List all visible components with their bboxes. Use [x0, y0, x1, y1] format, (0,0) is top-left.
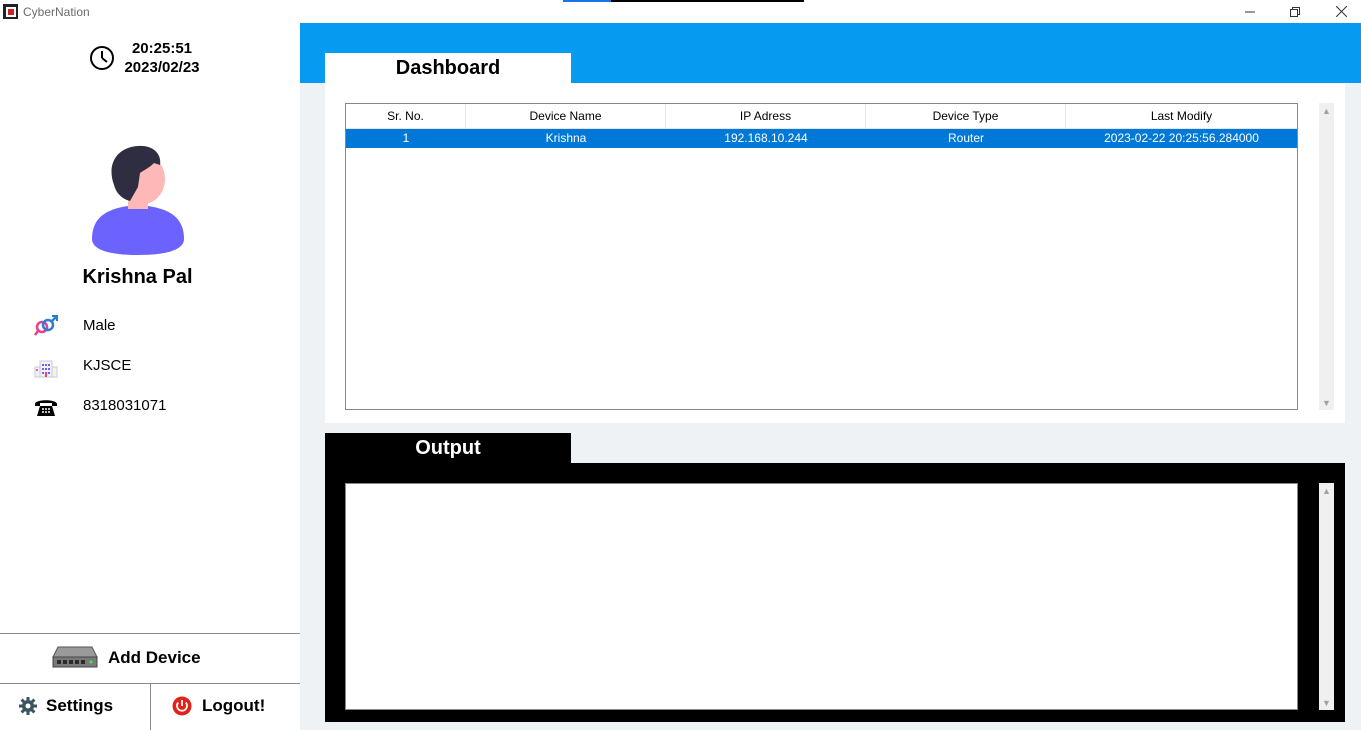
app-logo-icon	[3, 4, 18, 19]
power-icon	[172, 696, 192, 716]
tab-dashboard[interactable]: Dashboard	[325, 53, 571, 83]
scroll-up-icon[interactable]: ▲	[1319, 103, 1334, 118]
logout-label: Logout!	[202, 696, 266, 715]
cell-ip-address: 192.168.10.244	[724, 131, 808, 145]
column-header-device-type[interactable]: Device Type	[866, 104, 1066, 128]
restore-icon	[1290, 6, 1300, 17]
close-icon	[1335, 6, 1347, 17]
column-header-device-name[interactable]: Device Name	[466, 104, 666, 128]
output-scrollbar[interactable]: ▲ ▼	[1319, 483, 1334, 710]
user-institute: KJSCE	[83, 357, 132, 374]
settings-button[interactable]: Settings	[0, 684, 150, 730]
user-phone: 8318031071	[83, 397, 167, 414]
tab-output[interactable]: Output	[325, 433, 571, 463]
output-textbox[interactable]	[345, 483, 1298, 710]
table-header: Sr. No. Device Name IP Adress Device Typ…	[346, 104, 1297, 129]
clock-date: 2023/02/23	[124, 59, 200, 76]
settings-label: Settings	[46, 696, 114, 715]
institute-icon	[34, 360, 58, 378]
table-row[interactable]: 1 Krishna 192.168.10.244 Router 2023-02-…	[346, 129, 1297, 148]
add-device-button[interactable]: Add Device	[0, 634, 300, 683]
scroll-down-icon[interactable]: ▼	[1319, 695, 1334, 710]
clock-time: 20:25:51	[131, 40, 193, 57]
restore-button[interactable]	[1272, 0, 1318, 23]
cell-device-type: Router	[947, 131, 985, 145]
title-bar: CyberNation	[0, 0, 1361, 23]
column-header-ip-address[interactable]: IP Adress	[666, 104, 866, 128]
cell-last-modify: 2023-02-22 20:25:56.284000	[1104, 131, 1259, 145]
router-icon	[52, 646, 98, 668]
user-gender: Male	[83, 317, 116, 334]
tab-dashboard-label: Dashboard	[395, 57, 501, 79]
logout-button[interactable]: Logout!	[151, 684, 300, 730]
column-header-sr-no[interactable]: Sr. No.	[346, 104, 466, 128]
gear-icon	[19, 697, 37, 715]
minimize-icon	[1245, 11, 1255, 12]
gender-icon	[34, 315, 58, 336]
add-device-label: Add Device	[108, 648, 201, 667]
cell-device-name: Krishna	[545, 131, 587, 145]
scroll-up-icon[interactable]: ▲	[1319, 483, 1334, 498]
window-title: CyberNation	[23, 5, 90, 19]
cell-sr-no: 1	[402, 131, 410, 145]
column-header-last-modify[interactable]: Last Modify	[1066, 104, 1297, 128]
tab-output-label: Output	[415, 437, 481, 459]
user-name: Krishna Pal	[82, 266, 193, 288]
scroll-down-icon[interactable]: ▼	[1319, 395, 1334, 410]
phone-icon	[35, 400, 57, 416]
taskbar-accent-active	[563, 0, 611, 2]
dashboard-scrollbar[interactable]: ▲ ▼	[1319, 103, 1334, 410]
device-table: Sr. No. Device Name IP Adress Device Typ…	[345, 103, 1298, 410]
avatar	[92, 145, 184, 255]
close-button[interactable]	[1318, 0, 1361, 23]
minimize-button[interactable]	[1227, 0, 1273, 23]
